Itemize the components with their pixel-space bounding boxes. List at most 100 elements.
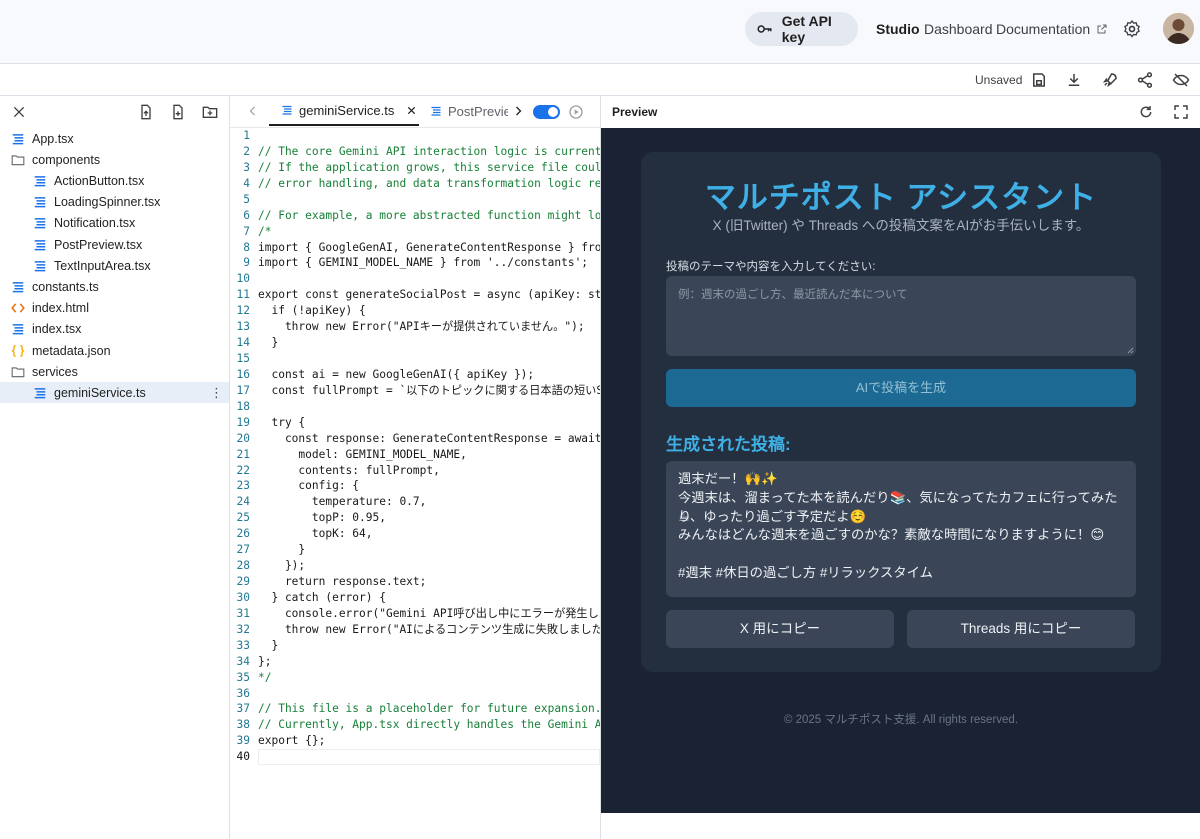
generate-post-button[interactable]: AIで投稿を生成: [666, 369, 1136, 407]
copy-for-threads-button[interactable]: Threads 用にコピー: [907, 610, 1135, 648]
nav-dashboard[interactable]: Dashboard: [924, 21, 993, 37]
tab-post-preview[interactable]: PostPreview.tsx: [426, 96, 508, 126]
current-line-highlight: [258, 749, 600, 766]
code-line[interactable]: 12 if (!apiKey) {: [230, 303, 600, 319]
line-number: 38: [236, 718, 250, 732]
code-line[interactable]: 11 export const generateSocialPost = asyn…: [230, 287, 600, 303]
preview-toggle[interactable]: [533, 105, 560, 119]
file-item[interactable]: index.tsx: [0, 319, 229, 340]
user-avatar[interactable]: [1163, 13, 1194, 44]
file-item[interactable]: Notification.tsx: [0, 213, 229, 234]
code-line[interactable]: 39 export {};: [230, 733, 600, 749]
code-line[interactable]: 7 /*: [230, 224, 600, 240]
folder-item[interactable]: components: [0, 149, 229, 170]
code-line[interactable]: 5: [230, 192, 600, 208]
code-line[interactable]: 29 return response.text;: [230, 574, 600, 590]
typescript-file-icon: [12, 133, 24, 144]
code-line[interactable]: 10: [230, 271, 600, 287]
code-line[interactable]: 33 }: [230, 638, 600, 654]
upload-file-icon[interactable]: [138, 104, 154, 120]
code-line[interactable]: 9 import { GEMINI_MODEL_NAME } from '../c…: [230, 255, 600, 271]
tab-gemini-service[interactable]: geminiService.ts: [269, 96, 419, 126]
code-line[interactable]: 16 const ai = new GoogleGenAI({ apiKey }…: [230, 367, 600, 383]
typescript-file-icon: [12, 282, 24, 293]
code-line[interactable]: 15: [230, 351, 600, 367]
line-number: 35: [236, 670, 250, 684]
code-line[interactable]: 8 import { GoogleGenAI, GenerateContentRe…: [230, 240, 600, 256]
fullscreen-icon[interactable]: [1173, 104, 1189, 120]
save-icon[interactable]: [1030, 71, 1048, 89]
code-line[interactable]: 2 // The core Gemini API interaction logi…: [230, 144, 600, 160]
code-line[interactable]: 28 });: [230, 558, 600, 574]
code-line[interactable]: 21 model: GEMINI_MODEL_NAME,: [230, 447, 600, 463]
close-icon[interactable]: [11, 104, 27, 120]
generated-post-text: 週末だー！🙌✨ 今週末は、溜まってた本を読んだり📚、気になってたカフェに行ってみた…: [666, 461, 1136, 597]
file-item[interactable]: metadata.json: [0, 340, 229, 361]
code-text: config: {: [258, 479, 360, 493]
code-line[interactable]: 37 // This file is a placeholder for futu…: [230, 701, 600, 717]
code-line[interactable]: 40: [230, 749, 600, 766]
code-line[interactable]: 18: [230, 399, 600, 415]
preview-header: Preview: [601, 96, 1200, 128]
file-item[interactable]: geminiService.ts ⋮: [0, 382, 229, 404]
folder-item[interactable]: services: [0, 361, 229, 382]
chevron-right-icon[interactable]: [512, 105, 524, 117]
code-line[interactable]: 6 // For example, a more abstracted funct…: [230, 208, 600, 224]
file-item[interactable]: App.tsx: [0, 128, 229, 149]
deploy-rocket-icon[interactable]: [1101, 71, 1119, 89]
app-preview: マルチポスト アシスタント X (旧Twitter) や Threads への投…: [601, 128, 1200, 813]
code-line[interactable]: 23 config: {: [230, 478, 600, 494]
settings-gear-icon[interactable]: [1122, 19, 1142, 39]
code-line[interactable]: 27 }: [230, 542, 600, 558]
line-number: 13: [236, 320, 250, 334]
file-item[interactable]: index.html: [0, 298, 229, 319]
nav-studio[interactable]: Studio: [876, 21, 920, 37]
code-line[interactable]: 20 const response: GenerateContentRespon…: [230, 431, 600, 447]
code-line[interactable]: 25 topP: 0.95,: [230, 510, 600, 526]
code-line[interactable]: 35 */: [230, 670, 600, 686]
share-icon[interactable]: [1136, 71, 1154, 89]
code-text: throw new Error("APIキーが提供されていません。");: [258, 320, 585, 334]
line-number: 19: [236, 415, 250, 429]
run-play-icon[interactable]: [568, 104, 584, 120]
chevron-left-icon[interactable]: [247, 105, 259, 117]
code-text: // This file is a placeholder for future…: [258, 702, 600, 716]
resize-handle-icon[interactable]: [1126, 346, 1134, 354]
new-file-icon[interactable]: [170, 104, 186, 120]
code-text: try {: [258, 415, 306, 429]
code-line[interactable]: 31 console.error("Gemini API呼び出し中にエラーが発生…: [230, 606, 600, 622]
hide-code-icon[interactable]: [1172, 71, 1190, 89]
code-line[interactable]: 26 topK: 64,: [230, 526, 600, 542]
file-item[interactable]: TextInputArea.tsx: [0, 255, 229, 276]
more-options-icon[interactable]: ⋮: [210, 385, 223, 401]
file-item[interactable]: PostPreview.tsx: [0, 234, 229, 255]
code-line[interactable]: 36: [230, 686, 600, 702]
download-icon[interactable]: [1065, 71, 1083, 89]
file-item[interactable]: ActionButton.tsx: [0, 170, 229, 191]
code-line[interactable]: 13 throw new Error("APIキーが提供されていません。");: [230, 319, 600, 335]
app-footer: © 2025 マルチポスト支援. All rights reserved.: [783, 714, 1019, 726]
code-line[interactable]: 24 temperature: 0.7,: [230, 494, 600, 510]
code-line[interactable]: 3 // If the application grows, this servi…: [230, 160, 600, 176]
close-tab-icon[interactable]: [406, 105, 417, 116]
file-item[interactable]: constants.ts: [0, 276, 229, 297]
code-line[interactable]: 30 } catch (error) {: [230, 590, 600, 606]
refresh-icon[interactable]: [1138, 104, 1154, 120]
code-line[interactable]: 17 const fullPrompt = `以下のトピックに関する日本語の短い…: [230, 383, 600, 399]
code-line[interactable]: 4 // error handling, and data transformat…: [230, 176, 600, 192]
code-line[interactable]: 19 try {: [230, 415, 600, 431]
key-icon: [757, 25, 772, 33]
code-line[interactable]: 1: [230, 128, 600, 144]
new-folder-icon[interactable]: [202, 104, 218, 120]
file-item[interactable]: LoadingSpinner.tsx: [0, 192, 229, 213]
code-line[interactable]: 34};: [230, 654, 600, 670]
editor-tabs: geminiService.ts PostPreview.tsx: [230, 96, 600, 128]
code-line[interactable]: 38 // Currently, App.tsx directly handles…: [230, 717, 600, 733]
code-line[interactable]: 14 }: [230, 335, 600, 351]
copy-for-x-button[interactable]: X 用にコピー: [666, 610, 894, 648]
topic-input[interactable]: 例：週末の過ごし方、最近読んだ本について: [666, 276, 1136, 356]
get-api-key-button[interactable]: Get API key: [745, 12, 858, 46]
code-line[interactable]: 22 contents: fullPrompt,: [230, 463, 600, 479]
code-line[interactable]: 32 throw new Error("AIによるコンテンツ生成に失敗しました。…: [230, 622, 600, 638]
nav-documentation[interactable]: Documentation: [996, 21, 1108, 37]
